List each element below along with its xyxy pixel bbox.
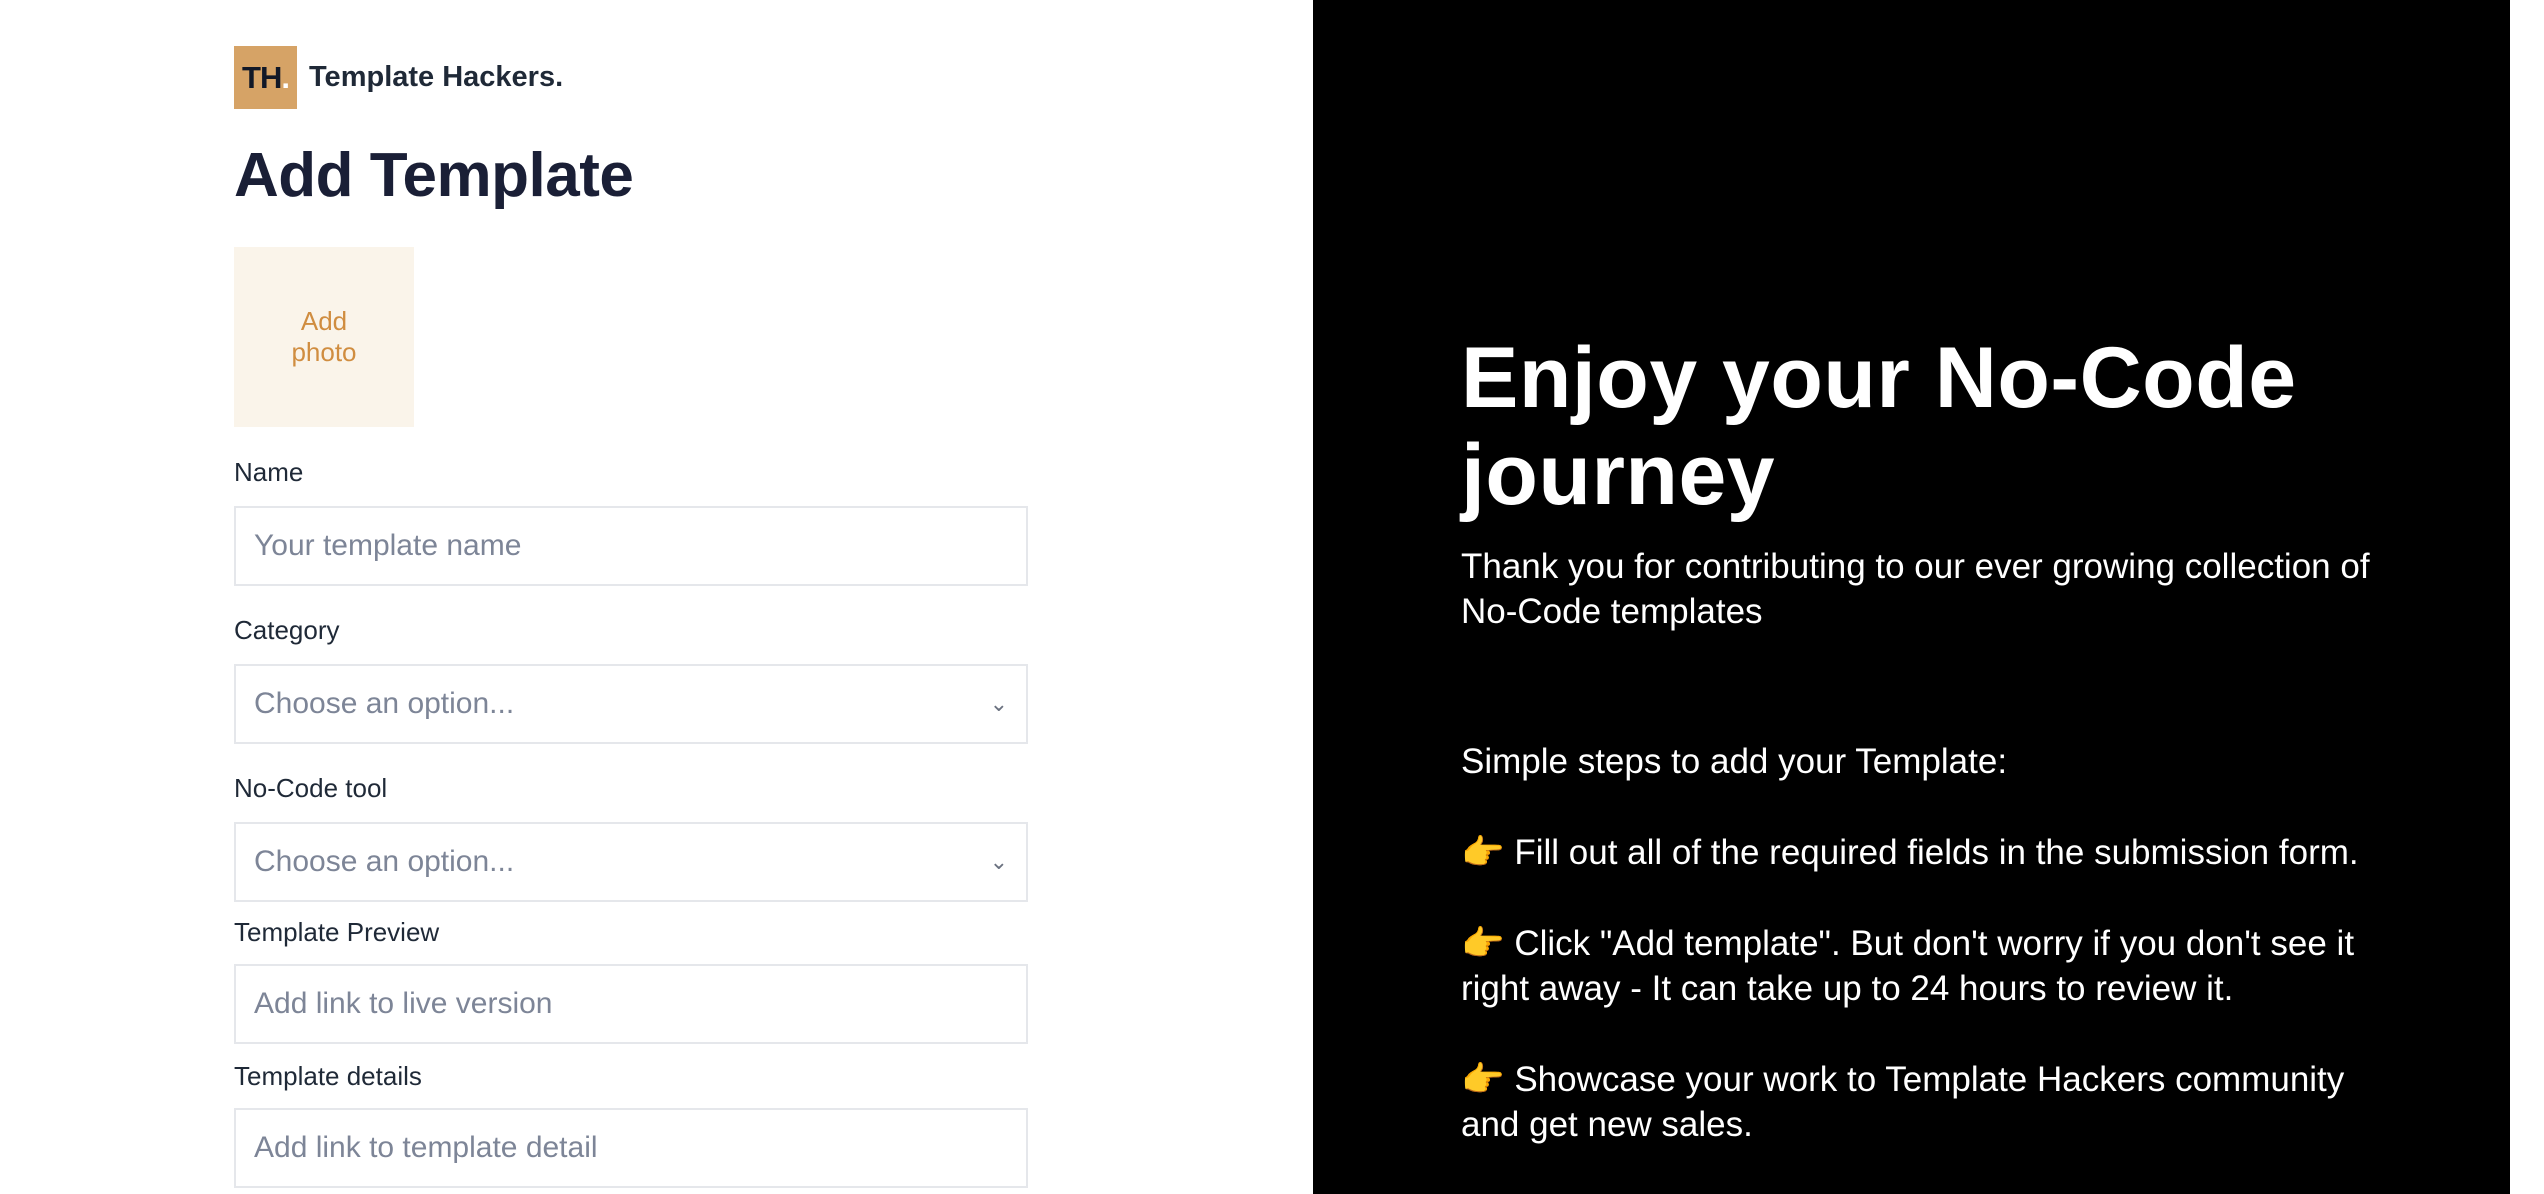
category-selected-value: Choose an option... bbox=[254, 687, 515, 720]
template-preview-input[interactable] bbox=[254, 966, 1008, 1042]
chevron-down-icon: ⌄ bbox=[989, 691, 1008, 716]
pointing-hand-icon: 👉 bbox=[1461, 1060, 1505, 1099]
step-item: 👉 Showcase your work to Template Hackers… bbox=[1461, 1057, 2391, 1147]
category-label: Category bbox=[234, 615, 340, 645]
steps-heading: Simple steps to add your Template: bbox=[1461, 742, 2008, 781]
page: TH. Template Hackers. Add Template Add p… bbox=[0, 0, 2544, 1194]
nocode-tool-label: No-Code tool bbox=[234, 773, 388, 803]
brand[interactable]: TH. Template Hackers. bbox=[234, 46, 563, 109]
logo-text: TH bbox=[242, 59, 282, 95]
template-details-label: Template details bbox=[234, 1061, 422, 1091]
add-photo-label: Add photo bbox=[291, 306, 357, 367]
pointing-hand-icon: 👉 bbox=[1461, 924, 1505, 963]
logo: TH. bbox=[234, 46, 297, 109]
step-item: 👉 Fill out all of the required fields in… bbox=[1461, 830, 2391, 875]
nocode-tool-select[interactable]: Choose an option... ⌄ bbox=[234, 822, 1028, 902]
step-item: 👉 Click "Add template". But don't worry … bbox=[1461, 921, 2391, 1011]
right-edge-strip bbox=[2510, 0, 2544, 1194]
template-details-field[interactable] bbox=[234, 1108, 1028, 1188]
name-label: Name bbox=[234, 457, 304, 487]
category-select[interactable]: Choose an option... ⌄ bbox=[234, 664, 1028, 744]
template-preview-field[interactable] bbox=[234, 964, 1028, 1044]
chevron-down-icon: ⌄ bbox=[989, 849, 1008, 874]
info-panel: Enjoy your No-Code journey Thank you for… bbox=[1313, 0, 2510, 1194]
brand-name: Template Hackers. bbox=[309, 61, 564, 93]
name-field[interactable] bbox=[234, 506, 1028, 586]
template-preview-label: Template Preview bbox=[234, 917, 440, 947]
nocode-tool-selected-value: Choose an option... bbox=[254, 845, 515, 878]
form-panel: TH. Template Hackers. Add Template Add p… bbox=[0, 0, 1313, 1194]
hero-subtitle: Thank you for contributing to our ever g… bbox=[1461, 547, 2370, 631]
page-title: Add Template bbox=[234, 141, 634, 210]
step-text: Showcase your work to Template Hackers c… bbox=[1461, 1060, 2345, 1144]
step-text: Fill out all of the required fields in t… bbox=[1514, 833, 2359, 872]
hero-title: Enjoy your No-Code journey bbox=[1461, 330, 2297, 523]
template-details-input[interactable] bbox=[254, 1110, 1008, 1186]
add-photo-button[interactable]: Add photo bbox=[234, 247, 414, 427]
step-text: Click "Add template". But don't worry if… bbox=[1461, 924, 2355, 1008]
pointing-hand-icon: 👉 bbox=[1461, 833, 1505, 872]
logo-dot: . bbox=[281, 59, 290, 95]
name-input[interactable] bbox=[254, 508, 1008, 584]
